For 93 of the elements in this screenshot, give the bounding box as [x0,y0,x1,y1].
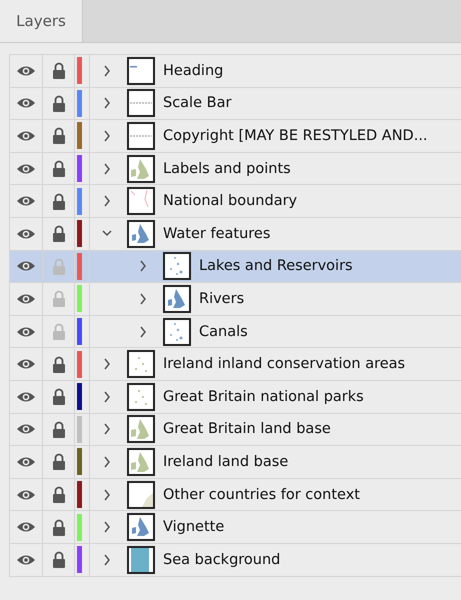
layer-thumbnail [163,252,191,280]
eye-icon[interactable] [16,64,36,77]
eye-icon[interactable] [16,358,36,370]
layer-name: Ireland inland conservation areas [163,356,406,372]
lock-icon[interactable] [52,356,66,373]
eye-icon[interactable] [16,292,36,305]
eye-icon[interactable] [16,521,36,534]
lock-icon[interactable] [52,388,66,406]
chevron-right-icon[interactable] [138,324,148,339]
lock-icon[interactable] [52,62,66,80]
chevron-right-icon[interactable] [102,64,112,78]
layer-thumbnail [127,415,155,444]
lock-icon[interactable] [52,551,66,568]
layers-tab[interactable]: Layers [0,0,83,42]
eye-icon[interactable] [16,195,36,208]
lock-icon[interactable] [52,486,66,504]
chevron-right-icon[interactable] [138,259,148,274]
layer-name: Lakes and Reservoirs [199,258,353,274]
layer-name: Great Britain land base [163,421,331,438]
layer-thumbnail [127,448,155,476]
chevron-right-icon[interactable] [102,357,112,372]
layer-row[interactable]: Scale Bar [10,88,461,120]
eye-icon[interactable] [16,260,36,272]
eye-icon[interactable] [16,488,36,501]
layer-row[interactable]: Sea background [10,544,461,576]
layer-name: Labels and points [163,160,291,177]
layer-name: Copyright [MAY BE RESTYLED AND... [163,128,428,144]
layer-name: Water features [163,226,270,242]
layer-thumbnail [127,220,155,248]
layer-name: Ireland land base [163,454,288,470]
lock-icon[interactable] [52,453,66,470]
eye-icon[interactable] [16,423,36,436]
layer-row[interactable]: Ireland inland conservation areas [10,348,461,381]
chevron-right-icon[interactable] [102,162,112,176]
layer-thumbnail [163,318,191,346]
chevron-right-icon[interactable] [102,520,112,534]
eye-icon[interactable] [16,228,36,240]
layer-name: Scale Bar [163,95,232,112]
layer-name: Other countries for context [163,486,360,503]
lock-icon[interactable] [52,192,66,210]
chevron-right-icon[interactable] [102,390,112,404]
chevron-right-icon[interactable] [102,96,112,110]
layer-thumbnail [127,122,155,150]
layer-row[interactable]: Great Britain national parks [10,380,461,414]
layer-row[interactable]: Other countries for context [10,478,461,512]
layer-thumbnail [127,480,155,509]
eye-icon[interactable] [16,326,36,338]
chevron-right-icon[interactable] [102,454,112,469]
layer-name: Rivers [199,290,244,307]
layer-row[interactable]: Water features [10,218,461,251]
layer-thumbnail [127,187,155,216]
chevron-right-icon[interactable] [138,292,148,306]
eye-icon[interactable] [16,97,36,110]
lock-icon[interactable] [52,420,66,438]
layer-row[interactable]: National boundary [10,185,461,218]
chevron-right-icon[interactable] [102,422,112,436]
layer-row[interactable]: Vignette [10,511,461,544]
layer-thumbnail [127,513,155,542]
eye-icon[interactable] [16,390,36,403]
lock-icon[interactable] [52,94,66,112]
layer-row[interactable]: Copyright [MAY BE RESTYLED AND... [10,120,461,153]
lock-icon[interactable] [52,127,66,144]
layer-thumbnail [127,350,155,378]
layer-row[interactable]: Ireland land base [10,446,461,479]
layer-name: Great Britain national parks [163,388,364,405]
layer-thumbnail [127,154,155,183]
layer-row[interactable]: Heading [10,55,461,88]
eye-icon[interactable] [16,456,36,468]
layer-name: Heading [163,62,224,79]
layer-thumbnail [127,382,155,411]
layer-thumbnail [127,56,155,85]
chevron-right-icon[interactable] [102,194,112,208]
chevron-right-icon[interactable] [102,488,112,502]
layer-name: Vignette [163,519,224,536]
chevron-right-icon[interactable] [102,552,112,567]
layer-name: Canals [199,324,248,340]
eye-icon[interactable] [16,162,36,175]
layer-row[interactable]: Lakes and Reservoirs [10,250,461,284]
layer-thumbnail [127,546,155,574]
layer-row[interactable]: Canals [10,316,461,348]
layer-name: Sea background [163,552,280,568]
layer-thumbnail [163,284,191,313]
eye-icon[interactable] [16,554,36,566]
eye-icon[interactable] [16,130,36,142]
lock-icon[interactable] [52,518,66,536]
lock-icon[interactable] [52,160,66,178]
layer-row[interactable]: Rivers [10,283,461,316]
lock-icon[interactable] [52,225,66,242]
layer-thumbnail [127,89,155,118]
layer-row[interactable]: Labels and points [10,152,461,186]
layer-name: National boundary [163,193,298,210]
chevron-right-icon[interactable] [102,128,112,143]
layer-row[interactable]: Great Britain land base [10,414,461,446]
